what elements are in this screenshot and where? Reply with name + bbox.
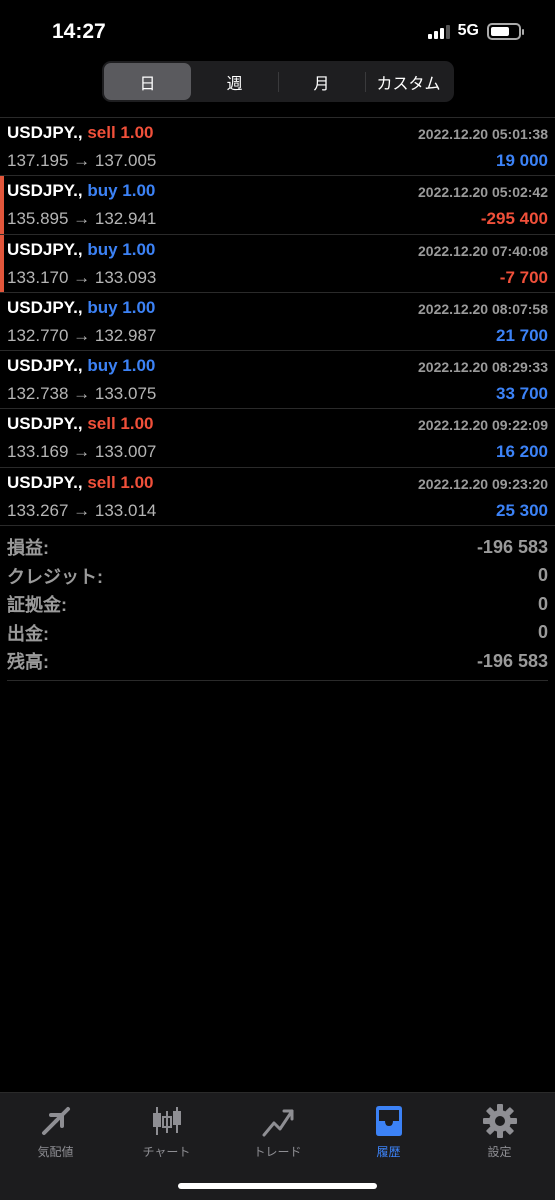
deal-profit: 19 000	[496, 151, 548, 170]
tab-custom[interactable]: カスタム	[365, 63, 452, 100]
deal-time: 2022.12.20 08:07:58	[418, 300, 548, 317]
summary-profit: 損益: -196 583	[7, 536, 548, 559]
summary-deposit: 証拠金: 0	[7, 593, 548, 616]
deal-prices: 132.770 → 132.987	[7, 325, 157, 345]
deal-row[interactable]: USDJPY., buy 1.00 2022.12.20 07:40:08 13…	[0, 234, 555, 293]
deal-type: buy	[87, 239, 118, 259]
deal-time: 2022.12.20 09:22:09	[418, 417, 548, 434]
deal-profit: 33 700	[496, 384, 548, 404]
tab-quotes[interactable]: 気配値	[0, 1093, 111, 1200]
deal-title: USDJPY., sell 1.00	[7, 123, 154, 142]
deal-profit: 16 200	[496, 442, 548, 462]
status-bar: 14:27 5G	[0, 0, 555, 58]
tab-day[interactable]: 日	[104, 63, 191, 100]
deal-row[interactable]: USDJPY., buy 1.00 2022.12.20 08:29:33 13…	[0, 351, 555, 410]
status-time: 14:27	[52, 20, 106, 43]
deal-profit: -7 700	[499, 267, 548, 287]
deal-time: 2022.12.20 08:29:33	[418, 359, 548, 376]
summary-block: 損益: -196 583 クレジット: 0 証拠金: 0 出金: 0 残高: -196 5…	[7, 533, 548, 681]
tab-settings[interactable]: 設定	[444, 1093, 555, 1200]
tab-month[interactable]: 月	[278, 63, 365, 100]
gear-icon	[482, 1104, 517, 1138]
deal-prices: 135.895 → 132.941	[7, 209, 157, 229]
deal-volume: 1.00	[122, 297, 156, 317]
battery-icon	[487, 22, 524, 40]
deal-prices: 133.169 → 133.007	[7, 442, 157, 462]
deal-volume: 1.00	[122, 181, 156, 201]
deal-type: buy	[87, 297, 118, 317]
deal-title: USDJPY., buy 1.00	[7, 239, 156, 259]
deal-title: USDJPY., buy 1.00	[7, 181, 156, 201]
deal-profit: -295 400	[480, 209, 548, 229]
deal-row[interactable]: USDJPY., buy 1.00 2022.12.20 08:07:58 13…	[0, 293, 555, 352]
deal-type: sell	[87, 472, 116, 492]
deal-row[interactable]: USDJPY., sell 1.00 2022.12.20 05:01:38 1…	[0, 118, 555, 177]
cellular-signal-icon	[427, 23, 450, 39]
summary-withdrawal: 出金: 0	[7, 622, 548, 644]
deal-volume: 1.00	[120, 472, 154, 492]
status-indicators: 5G	[427, 22, 524, 40]
inbox-tray-icon	[375, 1106, 402, 1136]
deal-volume: 1.00	[122, 356, 156, 376]
deal-title: USDJPY., sell 1.00	[7, 414, 154, 434]
summary-balance: 残高: -196 583	[7, 650, 548, 673]
deal-type: buy	[87, 181, 118, 201]
deal-time: 2022.12.20 05:02:42	[418, 184, 548, 201]
deal-time: 2022.12.20 09:23:20	[418, 475, 548, 492]
deal-volume: 1.00	[120, 123, 154, 142]
deals-list: USDJPY., sell 1.00 2022.12.20 05:01:38 1…	[0, 117, 555, 527]
deal-prices: 132.738 → 133.075	[7, 384, 157, 404]
deal-row[interactable]: USDJPY., buy 1.00 2022.12.20 05:02:42 13…	[0, 176, 555, 235]
tab-week[interactable]: 週	[191, 63, 278, 100]
deal-prices: 137.195 → 137.005	[7, 151, 157, 170]
candlestick-icon	[152, 1107, 181, 1135]
deal-type: sell	[87, 414, 116, 434]
trade-line-icon	[262, 1109, 293, 1137]
deal-title: USDJPY., buy 1.00	[7, 356, 156, 376]
period-segmented-control: 日 週 月 カスタム	[102, 61, 454, 102]
deal-type: sell	[87, 123, 116, 142]
deal-time: 2022.12.20 05:01:38	[418, 126, 548, 142]
deal-title: USDJPY., sell 1.00	[7, 472, 154, 492]
deal-volume: 1.00	[120, 414, 154, 434]
deal-volume: 1.00	[122, 239, 156, 259]
deal-profit: 25 300	[496, 500, 548, 520]
deal-type: buy	[87, 356, 118, 376]
deal-prices: 133.170 → 133.093	[7, 267, 157, 287]
deal-time: 2022.12.20 07:40:08	[418, 242, 548, 259]
network-type: 5G	[457, 22, 479, 39]
home-indicator	[178, 1183, 377, 1189]
deal-row[interactable]: USDJPY., sell 1.00 2022.12.20 09:22:09 1…	[0, 409, 555, 468]
deal-row[interactable]: USDJPY., sell 1.00 2022.12.20 09:23:20 1…	[0, 468, 555, 527]
deal-prices: 133.267 → 133.014	[7, 500, 157, 520]
deal-profit: 21 700	[496, 325, 548, 345]
summary-credit: クレジット: 0	[7, 565, 548, 587]
quotes-arrows-icon	[41, 1107, 70, 1135]
deal-title: USDJPY., buy 1.00	[7, 297, 156, 317]
